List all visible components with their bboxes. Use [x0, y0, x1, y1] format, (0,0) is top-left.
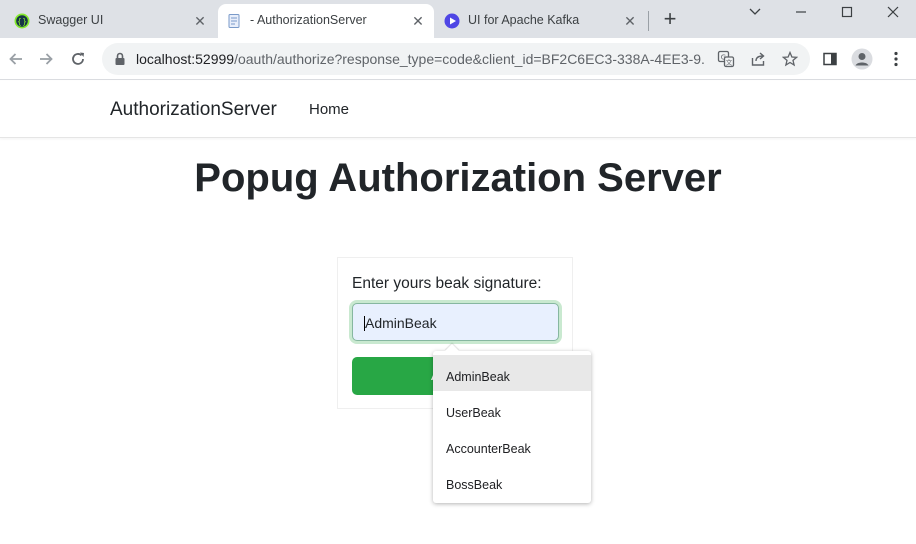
nav-link-home[interactable]: Home: [309, 101, 349, 118]
url-path: /oauth/authorize?response_type=code&clie…: [234, 51, 706, 67]
autocomplete-dropdown: AdminBeak UserBeak AccounterBeak BossBea…: [433, 343, 591, 503]
tab-separator: [648, 11, 649, 31]
forward-icon[interactable]: [34, 47, 58, 71]
tab-title: Swagger UI: [38, 13, 104, 27]
tab-authorization-server[interactable]: - AuthorizationServer ✕: [218, 4, 434, 38]
swagger-icon: {}: [14, 13, 30, 29]
navbar-brand[interactable]: AuthorizationServer: [110, 99, 277, 121]
menu-kebab-icon[interactable]: [884, 47, 908, 71]
autocomplete-option-accounterbeak[interactable]: AccounterBeak: [433, 427, 591, 463]
autocomplete-option-bossbeak[interactable]: BossBeak: [433, 463, 591, 499]
signature-label: Enter yours beak signature:: [352, 275, 542, 292]
tab-title: - AuthorizationServer: [250, 13, 367, 27]
signature-input[interactable]: AdminBeak: [352, 303, 559, 341]
document-icon: [226, 13, 242, 29]
maximize-icon[interactable]: [824, 0, 870, 24]
reload-icon[interactable]: [66, 47, 90, 71]
lock-icon[interactable]: [112, 51, 128, 67]
autocomplete-option-adminbeak[interactable]: AdminBeak: [433, 355, 591, 391]
new-tab-icon[interactable]: +: [660, 8, 680, 30]
svg-text:{}: {}: [17, 17, 27, 26]
window-close-icon[interactable]: [870, 0, 916, 24]
back-icon[interactable]: [4, 47, 28, 71]
browser-toolbar: localhost:52999/oauth/authorize?response…: [0, 38, 916, 80]
share-icon[interactable]: [748, 49, 768, 69]
side-panel-icon[interactable]: [818, 47, 842, 71]
minimize-icon[interactable]: [778, 0, 824, 24]
svg-text:文: 文: [726, 58, 733, 67]
tab-swagger-ui[interactable]: {} Swagger UI ✕: [6, 4, 216, 38]
autocomplete-option-userbeak[interactable]: UserBeak: [433, 391, 591, 427]
close-icon[interactable]: ✕: [410, 13, 426, 29]
profile-avatar-icon[interactable]: [850, 47, 874, 71]
translate-icon[interactable]: G文: [716, 49, 736, 69]
page-title: Popug Authorization Server: [194, 156, 722, 200]
signature-input-value: AdminBeak: [365, 315, 437, 331]
url-text[interactable]: localhost:52999/oauth/authorize?response…: [136, 51, 706, 67]
close-icon[interactable]: ✕: [192, 13, 208, 29]
close-icon[interactable]: ✕: [622, 13, 638, 29]
url-host: localhost:52999: [136, 51, 235, 67]
site-navbar: AuthorizationServer Home: [0, 81, 916, 138]
address-bar[interactable]: localhost:52999/oauth/authorize?response…: [102, 43, 810, 75]
kafka-ui-icon: [444, 13, 460, 29]
tab-kafka-ui[interactable]: UI for Apache Kafka ✕: [436, 4, 646, 38]
tab-title: UI for Apache Kafka: [468, 13, 580, 27]
tab-strip: {} Swagger UI ✕ - AuthorizationServer ✕ …: [0, 0, 916, 38]
tab-search-icon[interactable]: [732, 0, 778, 24]
bookmark-star-icon[interactable]: [780, 49, 800, 69]
